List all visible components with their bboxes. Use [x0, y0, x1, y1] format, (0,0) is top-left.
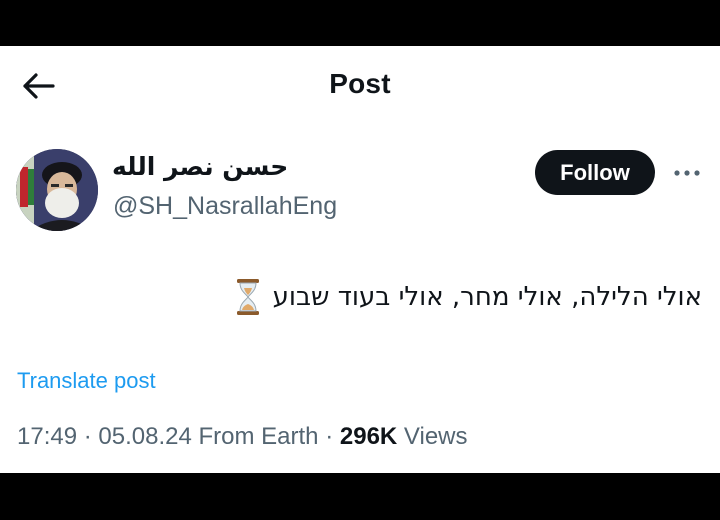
more-button[interactable]: [670, 158, 704, 188]
post-content: אולי הלילה, אולי מחר, אולי בעוד שבוע: [235, 278, 702, 316]
post-screen: Post حسن نصر الله @SH_NasrallahEng Follo…: [0, 46, 720, 473]
hourglass-icon: [236, 279, 259, 315]
views-count[interactable]: 296K: [340, 423, 397, 450]
post-date[interactable]: 05.08.24: [98, 423, 191, 450]
post-text: אולי הלילה, אולי מחר, אולי בעוד שבוע: [272, 282, 702, 312]
views-label[interactable]: Views: [404, 423, 468, 450]
avatar[interactable]: [16, 149, 98, 231]
top-bar: Post: [0, 46, 720, 126]
post-time[interactable]: 17:49: [17, 423, 77, 450]
meta-separator: ·: [325, 423, 334, 450]
translate-post-link[interactable]: Translate post: [17, 368, 156, 394]
screenshot-frame: Post حسن نصر الله @SH_NasrallahEng Follo…: [0, 0, 720, 520]
post-metadata: 17:49 · 05.08.24 From Earth · 296K Views: [17, 423, 468, 451]
more-horizontal-icon: [674, 170, 700, 176]
follow-button[interactable]: Follow: [535, 150, 655, 195]
author-display-name[interactable]: حسن نصر الله: [112, 152, 288, 181]
post-location: From Earth: [198, 423, 319, 450]
meta-separator: ·: [83, 423, 92, 450]
page-title: Post: [329, 68, 391, 99]
profile-photo-icon: [16, 149, 98, 231]
author-handle[interactable]: @SH_NasrallahEng: [113, 192, 337, 221]
